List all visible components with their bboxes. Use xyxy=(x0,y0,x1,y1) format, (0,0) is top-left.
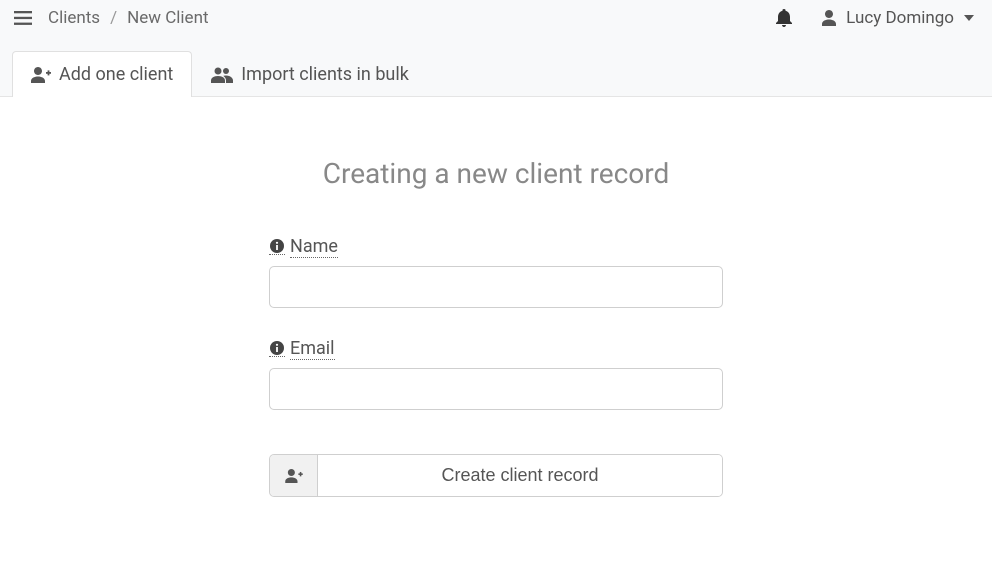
info-icon[interactable] xyxy=(269,341,285,357)
user-menu[interactable]: Lucy Domingo xyxy=(822,8,974,28)
users-icon xyxy=(211,67,233,83)
submit-group: Create client record xyxy=(269,454,723,497)
breadcrumb-current: New Client xyxy=(127,8,208,28)
user-plus-icon xyxy=(31,67,51,83)
create-client-button[interactable]: Create client record xyxy=(318,455,722,496)
caret-down-icon xyxy=(964,15,974,21)
topbar-right: Lucy Domingo xyxy=(776,8,974,28)
email-field-group: Email xyxy=(269,338,723,410)
topbar: Clients / New Client Lucy Domingo xyxy=(0,0,992,36)
breadcrumb: Clients / New Client xyxy=(48,8,209,28)
name-input[interactable] xyxy=(269,266,723,308)
info-icon[interactable] xyxy=(269,239,285,255)
tab-label: Add one client xyxy=(59,64,173,85)
user-plus-icon xyxy=(270,455,318,496)
name-label: Name xyxy=(269,236,723,258)
page-title: Creating a new client record xyxy=(0,157,992,190)
notifications-icon[interactable] xyxy=(776,9,792,27)
content-area: Creating a new client record Name Email xyxy=(0,97,992,577)
topbar-left: Clients / New Client xyxy=(10,8,209,28)
breadcrumb-parent[interactable]: Clients xyxy=(48,8,100,28)
user-icon xyxy=(822,10,836,26)
user-name-label: Lucy Domingo xyxy=(846,8,954,28)
submit-row: Create client record xyxy=(269,454,723,497)
breadcrumb-separator: / xyxy=(110,8,117,28)
name-label-text: Name xyxy=(290,236,338,258)
create-client-form: Name Email Create client record xyxy=(269,236,723,497)
tab-add-one-client[interactable]: Add one client xyxy=(12,51,192,97)
tab-label: Import clients in bulk xyxy=(241,64,409,85)
email-label: Email xyxy=(269,338,723,360)
name-field-group: Name xyxy=(269,236,723,308)
menu-icon[interactable] xyxy=(10,9,36,27)
tab-import-bulk[interactable]: Import clients in bulk xyxy=(192,51,428,97)
tabs: Add one client Import clients in bulk xyxy=(0,50,992,97)
email-input[interactable] xyxy=(269,368,723,410)
email-label-text: Email xyxy=(290,338,335,360)
